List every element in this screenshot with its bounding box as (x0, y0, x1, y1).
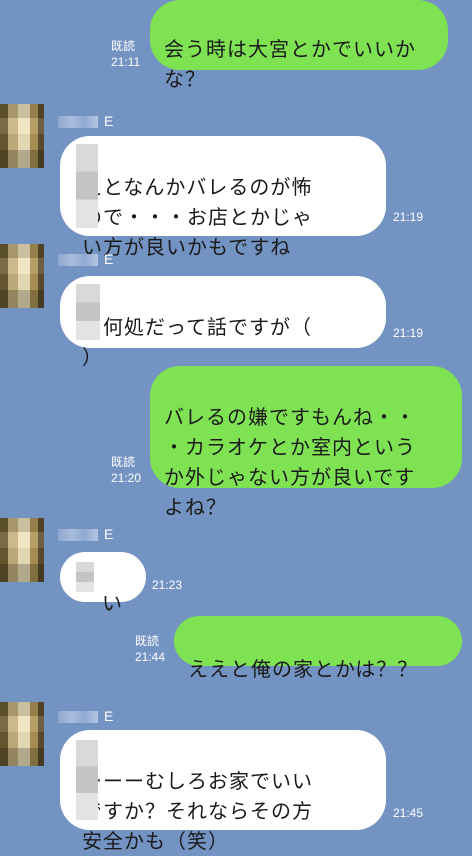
pixelated-text-area (76, 562, 94, 592)
timestamp: 21:19 (393, 326, 424, 340)
contact-avatar[interactable] (0, 104, 44, 168)
message-text: ーーーむしろお家でいい ですか？それならその方 安全かも（笑） (82, 769, 313, 853)
read-receipt-6: 既読 21:44 (135, 633, 165, 665)
incoming-message-2[interactable]: えとなんかバレるのが怖 ので・・・お店とかじゃ い方が良いかもですね (60, 136, 386, 259)
message-text: バレるの嫌ですもんね・・ ・カラオケとか室内という か外じゃない方が良いです よ… (164, 405, 416, 519)
message-text: えとなんかバレるのが怖 ので・・・お店とかじゃ い方が良いかもですね (82, 175, 313, 259)
message-text: 会う時は大宮とかでいいかな？ (164, 37, 416, 91)
message-text: い (102, 591, 123, 615)
timestamp: 21:20 (111, 471, 142, 485)
timestamp: 21:23 (152, 578, 183, 592)
contact-avatar[interactable] (0, 702, 44, 766)
outgoing-message-1[interactable]: 会う時は大宮とかでいいかな？ (150, 0, 448, 91)
incoming-message-3[interactable]: ゃ何処だって話ですが（ ） (60, 276, 386, 369)
name-blur (58, 711, 98, 724)
outgoing-message-4[interactable]: バレるの嫌ですもんね・・ ・カラオケとか室内という か外じゃない方が良いです よ… (150, 366, 462, 519)
outgoing-message-6[interactable]: ええと俺の家とかは？？ (174, 616, 462, 681)
pixelated-text-area (76, 740, 98, 820)
timestamp: 21:19 (393, 210, 424, 224)
read-label: 既読 (135, 634, 160, 648)
contact-name: E (58, 708, 113, 724)
name-suffix: E (104, 708, 114, 724)
read-receipt-4: 既読 21:20 (111, 454, 141, 486)
timestamp: 21:11 (111, 55, 141, 69)
contact-name: E (58, 526, 113, 542)
timestamp: 21:44 (135, 650, 166, 664)
contact-avatar[interactable] (0, 518, 44, 582)
message-text: ええと俺の家とかは？？ (188, 657, 419, 681)
incoming-message-5[interactable]: い (60, 552, 146, 615)
contact-name: E (58, 113, 113, 129)
incoming-message-7[interactable]: ーーーむしろお家でいい ですか？それならその方 安全かも（笑） (60, 730, 386, 853)
pixelated-text-area (76, 144, 98, 228)
name-blur (58, 254, 98, 267)
name-blur (58, 529, 98, 542)
contact-name: E (58, 251, 113, 267)
message-text: ゃ何処だって話ですが（ ） (82, 315, 312, 369)
name-suffix: E (104, 251, 114, 267)
read-label: 既読 (111, 455, 136, 469)
name-suffix: E (104, 113, 114, 129)
read-label: 既読 (111, 39, 136, 53)
read-receipt-1: 既読 21:11 (111, 38, 140, 70)
contact-avatar[interactable] (0, 244, 44, 308)
timestamp: 21:45 (393, 806, 424, 820)
pixelated-text-area (76, 284, 100, 340)
name-blur (58, 116, 98, 129)
name-suffix: E (104, 526, 114, 542)
